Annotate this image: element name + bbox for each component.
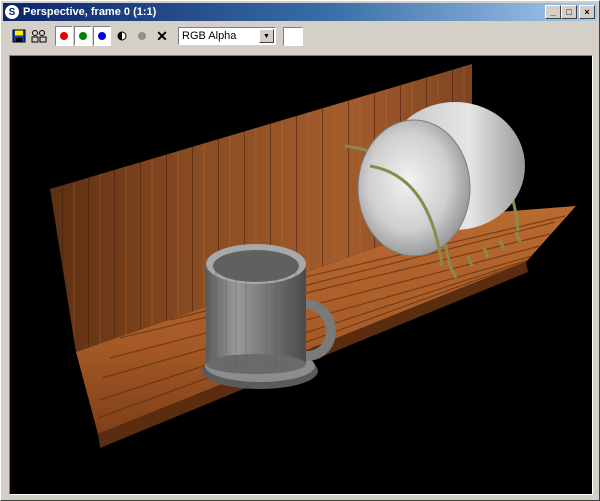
monochrome-toggle[interactable]: [132, 26, 152, 46]
render-frame-window: S Perspective, frame 0 (1:1) _ □ × ✕ RGB…: [0, 0, 600, 501]
render-toolbar: ✕ RGB Alpha ▼: [3, 23, 597, 49]
half-circle-icon: [117, 31, 127, 41]
clear-button[interactable]: ✕: [152, 26, 172, 46]
channel-display-value: RGB Alpha: [182, 30, 237, 42]
color-swatch[interactable]: [283, 26, 303, 46]
save-bitmap-button[interactable]: [9, 26, 29, 46]
app-icon[interactable]: S: [5, 5, 19, 19]
green-dot-icon: [79, 32, 87, 40]
alpha-channel-toggle[interactable]: [112, 26, 132, 46]
minimize-button[interactable]: _: [545, 5, 561, 19]
blue-dot-icon: [98, 32, 106, 40]
floppy-disk-icon: [12, 29, 26, 43]
close-button[interactable]: ×: [579, 5, 595, 19]
channel-display-select[interactable]: RGB Alpha ▼: [178, 27, 276, 45]
title-bar[interactable]: S Perspective, frame 0 (1:1) _ □ ×: [3, 3, 597, 21]
render-viewport: [9, 55, 593, 495]
gray-dot-icon: [138, 32, 146, 40]
chevron-down-icon[interactable]: ▼: [259, 29, 274, 43]
window-title: Perspective, frame 0 (1:1): [23, 6, 157, 18]
clone-window-button[interactable]: [29, 26, 49, 46]
rendered-scene: [50, 64, 576, 448]
green-channel-toggle[interactable]: [74, 26, 92, 46]
clone-icon: [31, 30, 47, 43]
red-channel-toggle[interactable]: [55, 26, 73, 46]
maximize-button[interactable]: □: [561, 5, 577, 19]
red-dot-icon: [60, 32, 68, 40]
blue-channel-toggle[interactable]: [93, 26, 111, 46]
